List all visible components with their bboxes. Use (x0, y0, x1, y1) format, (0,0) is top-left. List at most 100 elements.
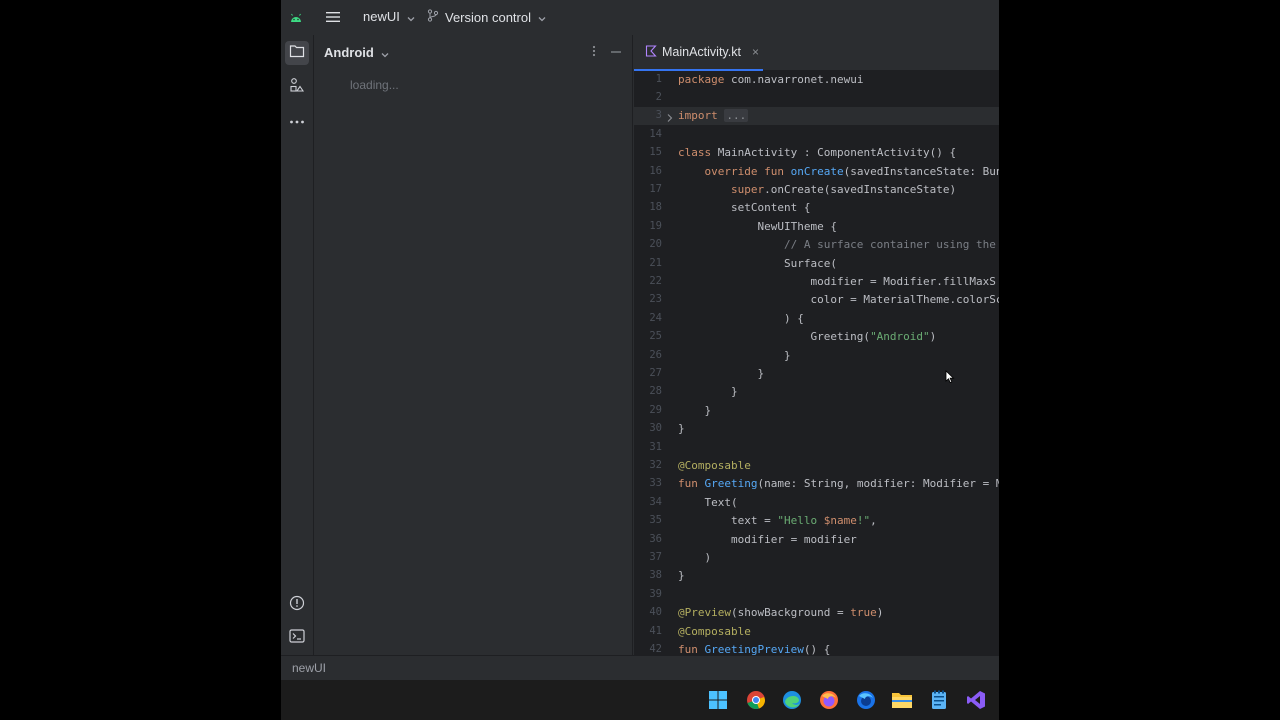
code-token: ... (724, 109, 749, 123)
code-token: @Composable (678, 624, 751, 638)
firefox-dev-icon[interactable] (854, 688, 878, 712)
code-token: .onCreate(savedInstanceState) (764, 182, 957, 196)
line-number: 32 (649, 458, 662, 471)
vcs-label: Version control (445, 9, 531, 25)
android-icon[interactable] (290, 11, 302, 26)
code-token: , (870, 514, 877, 528)
code-token: setContent { (678, 201, 811, 215)
line-number: 15 (649, 146, 662, 159)
code-line: } (678, 383, 738, 401)
line-number: 3 (655, 109, 662, 122)
terminal-tool-button[interactable] (285, 626, 309, 650)
code-token: () { (803, 642, 831, 655)
project-tool-button[interactable] (285, 41, 309, 65)
code-line: @Composable (678, 623, 751, 641)
options-kebab-icon[interactable] (588, 44, 600, 60)
file-explorer-icon[interactable] (890, 688, 914, 712)
android-studio-window: newUI Version control Android loading...… (281, 0, 999, 720)
code-token: (name: String, modifier: Modifier = M (757, 477, 999, 491)
code-line: } (678, 365, 764, 383)
problems-icon (289, 595, 305, 616)
code-line: modifier = modifier (678, 531, 857, 549)
chevron-down-icon (406, 12, 416, 22)
project-panel: Android loading... (315, 35, 633, 655)
code-line: text = "Hello $name!", (678, 512, 877, 530)
branch-icon (427, 9, 439, 25)
code-editor[interactable]: MainActivity.kt × 1 2 3 14 15 16 17 18 19 20 21 22 2… (634, 35, 999, 655)
code-token: } (678, 403, 712, 417)
line-number: 14 (649, 127, 662, 140)
code-line: } (678, 402, 711, 420)
code-token: Text( (678, 495, 738, 509)
code-token: (savedInstanceState: Bun (843, 164, 999, 178)
tool-window-strip (281, 35, 314, 655)
code-line: package com.navarronet.newui (678, 71, 863, 89)
code-line: NewUITheme { (678, 218, 837, 236)
code-token: !" (856, 514, 871, 528)
line-number: 22 (649, 274, 662, 287)
code-token: package (678, 72, 731, 86)
code-line: import ... (678, 107, 749, 125)
close-icon[interactable]: × (752, 45, 759, 59)
version-control-selector[interactable]: Version control (427, 9, 547, 25)
status-breadcrumb[interactable]: newUI (292, 661, 326, 675)
folder-icon (289, 44, 305, 63)
tab-main-activity[interactable]: MainActivity.kt × (634, 35, 763, 71)
code-token: com.navarronet.newui (730, 72, 864, 86)
code-line: Text( (678, 494, 738, 512)
problems-tool-button[interactable] (285, 593, 309, 617)
code-token: Greeting( (678, 330, 871, 344)
line-number: 1 (655, 72, 662, 85)
windows-taskbar (281, 680, 999, 720)
code-line: ) (678, 549, 711, 567)
project-view-selector[interactable]: Android (324, 45, 390, 60)
code-token: override fun (704, 164, 791, 178)
code-token: } (678, 569, 685, 583)
visual-studio-icon[interactable] (964, 688, 988, 712)
code-token: NewUITheme { (678, 219, 837, 233)
windows-start-icon[interactable] (706, 688, 730, 712)
line-number: 35 (649, 514, 662, 527)
line-number: 34 (649, 495, 662, 508)
code-line: class MainActivity : ComponentActivity()… (678, 144, 956, 162)
code-token: } (678, 348, 791, 362)
code-line: color = MaterialTheme.colorSc (678, 291, 999, 309)
minimize-icon[interactable] (609, 43, 623, 57)
code-line: } (678, 420, 685, 438)
code-line: fun GreetingPreview() { (678, 641, 830, 655)
line-number: 38 (649, 569, 662, 582)
mouse-cursor-icon (945, 370, 955, 384)
line-number: 28 (649, 385, 662, 398)
structure-icon (289, 77, 305, 98)
line-number: 17 (649, 182, 662, 195)
code-line: } (678, 567, 685, 585)
project-selector[interactable]: newUI (363, 9, 416, 24)
code-line: modifier = Modifier.fillMaxS (678, 273, 995, 291)
line-number: 19 (649, 219, 662, 232)
edge-icon[interactable] (780, 688, 804, 712)
code-token: fun (678, 477, 705, 491)
code-token: ) (678, 550, 712, 564)
chrome-icon[interactable] (744, 688, 768, 712)
code-line: ) { (678, 310, 804, 328)
code-token: onCreate (790, 164, 844, 178)
firefox-icon[interactable] (817, 688, 841, 712)
code-token: MainActivity : ComponentActivity() { (717, 146, 957, 160)
line-number: 42 (649, 642, 662, 655)
code-token: GreetingPreview (704, 642, 804, 655)
code-line: setContent { (678, 199, 810, 217)
main-menu-icon[interactable] (325, 10, 341, 24)
more-tools-button[interactable] (285, 108, 309, 132)
code-area[interactable]: package com.navarronet.newui import ... cl… (678, 71, 999, 656)
notepad-icon[interactable] (927, 688, 951, 712)
structure-tool-button[interactable] (285, 75, 309, 99)
line-number-gutter: 1 2 3 14 15 16 17 18 19 20 21 22 23 24 25 26 27 28 29 30 31 3… (634, 71, 668, 655)
chevron-down-icon (537, 12, 547, 22)
fold-chevron-icon[interactable] (666, 113, 674, 126)
line-number: 21 (649, 256, 662, 269)
code-token: modifier = modifier (678, 532, 857, 546)
code-token: class (678, 146, 718, 160)
code-token: text = (678, 514, 778, 528)
